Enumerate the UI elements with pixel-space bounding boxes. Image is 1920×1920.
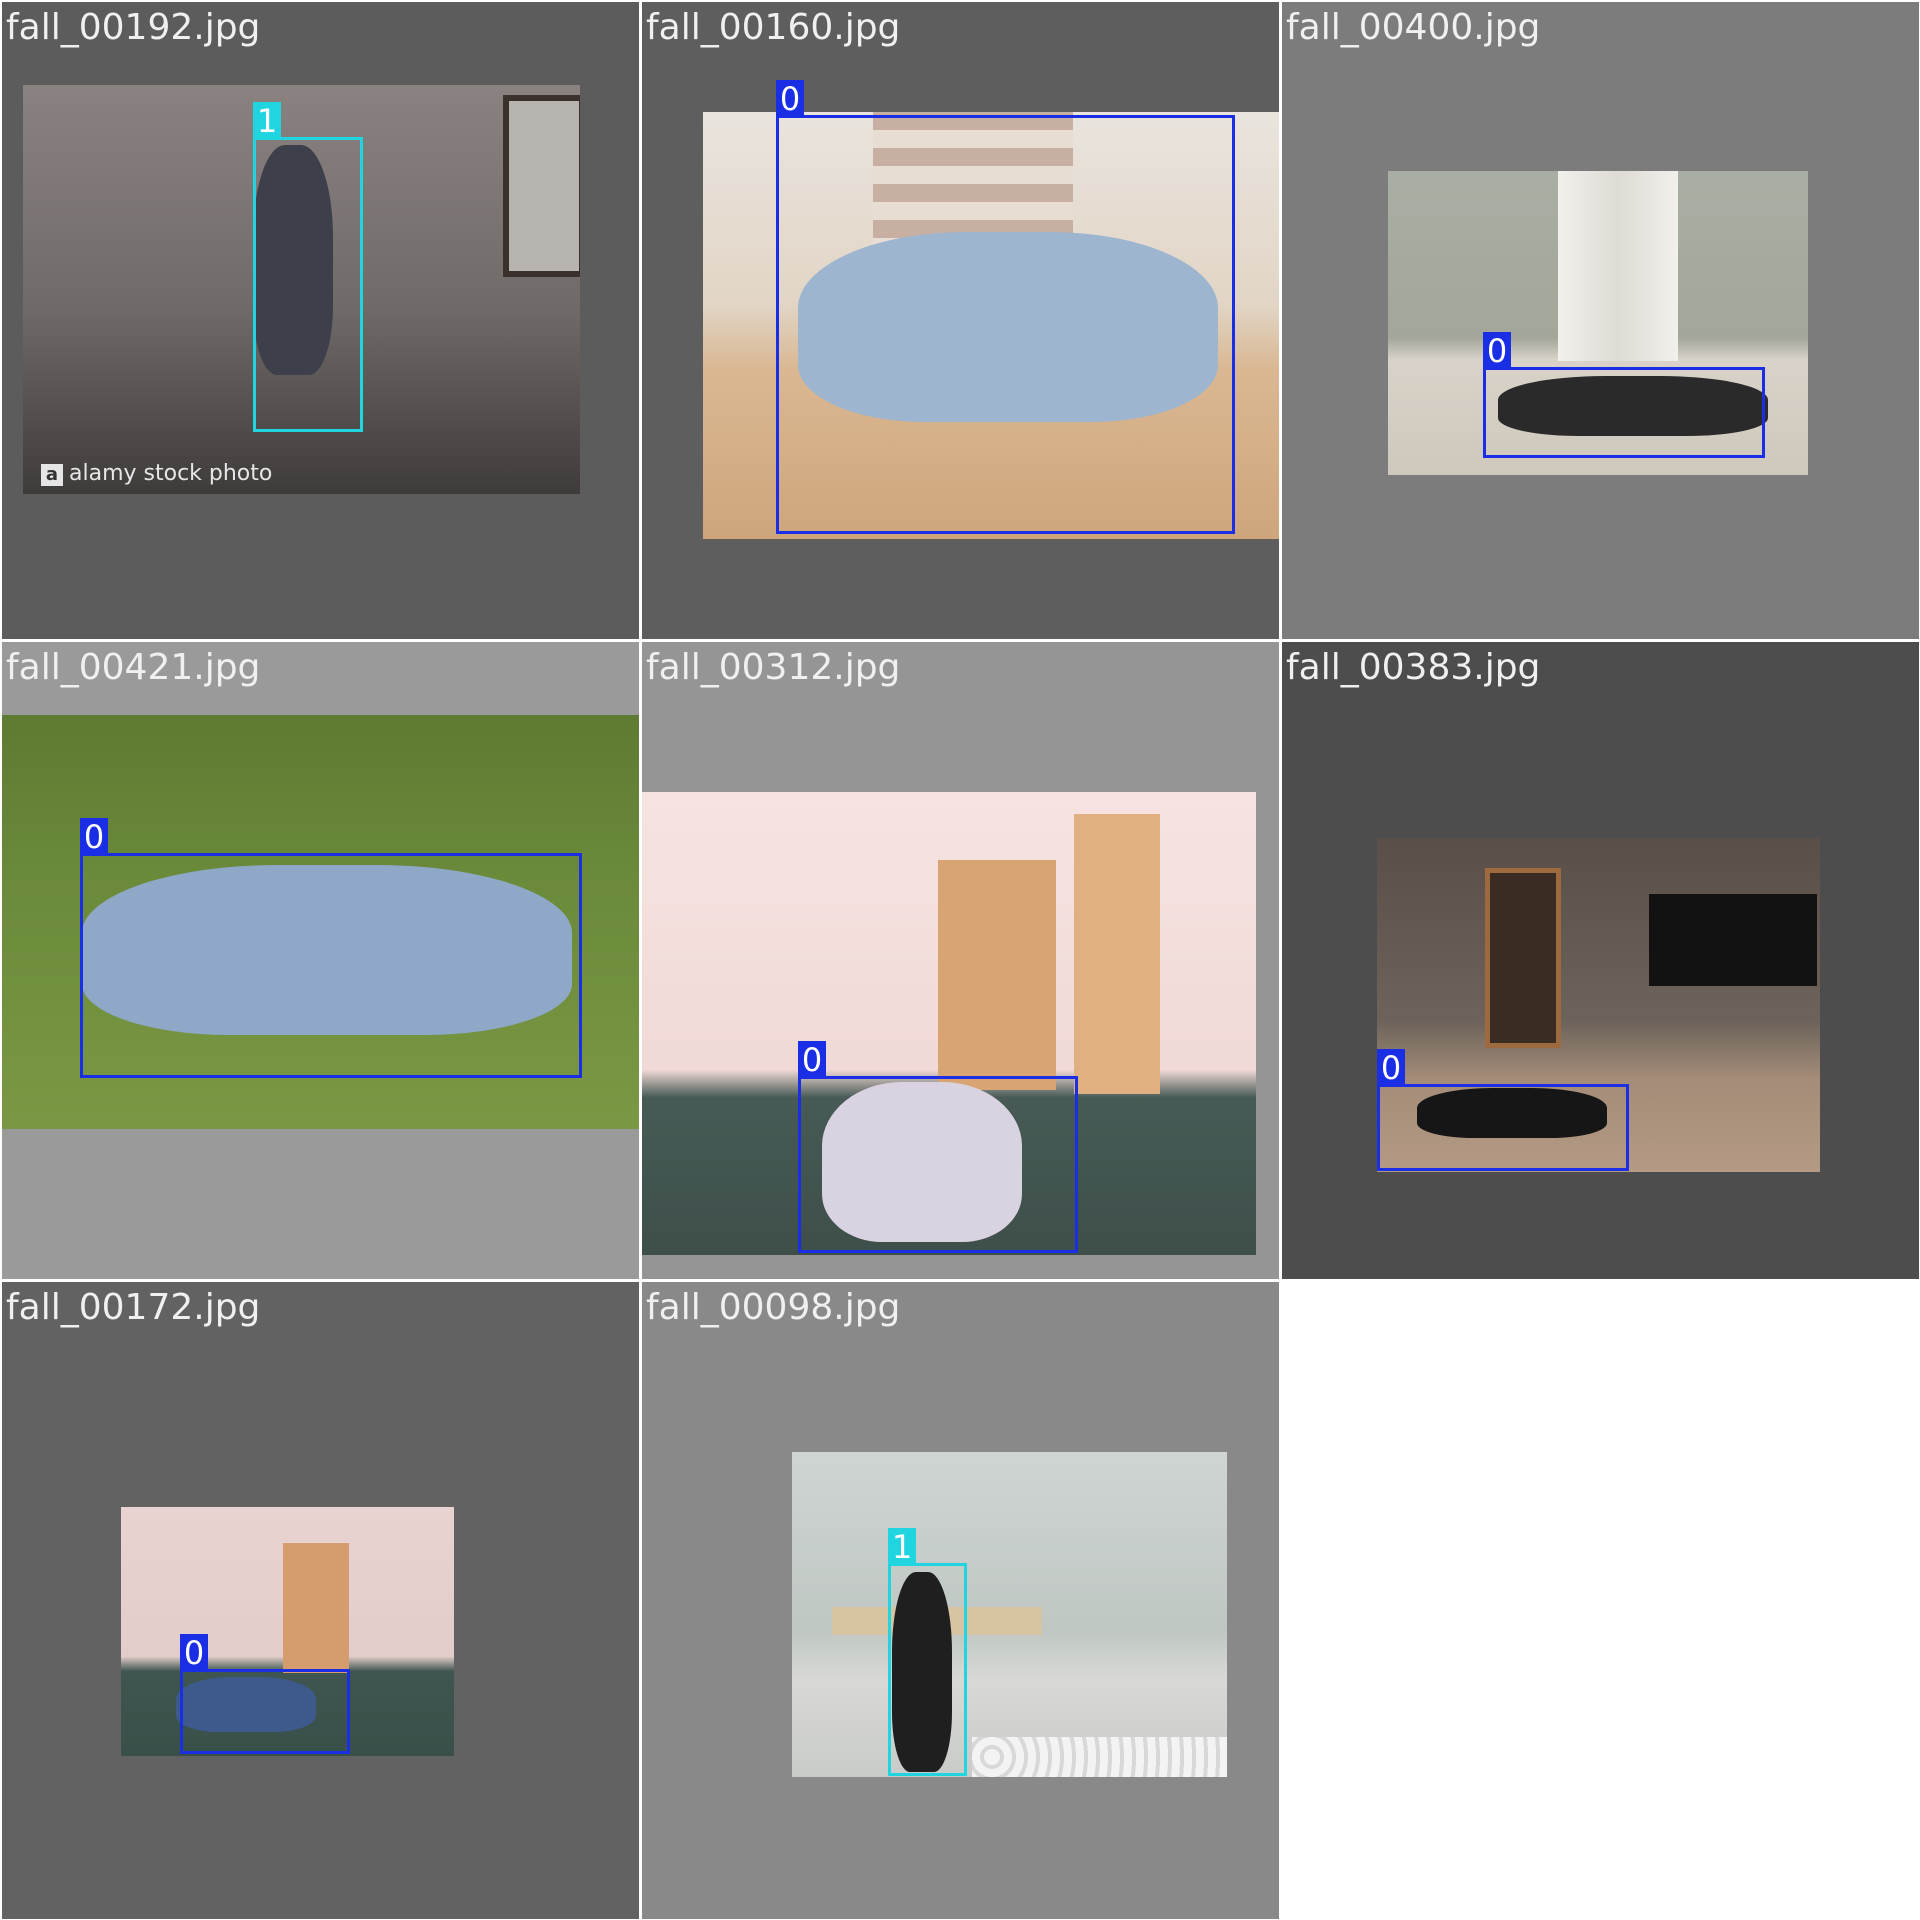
image-tile: 0 fall_00383.jpg — [1282, 642, 1919, 1279]
class-label: 0 — [798, 1041, 826, 1079]
bounding-box: 0 — [80, 818, 582, 1078]
bounding-box: 0 — [1483, 332, 1765, 458]
bounding-box: 0 — [776, 80, 1235, 534]
class-label: 1 — [253, 102, 281, 140]
tile-filename: fall_00312.jpg — [646, 647, 901, 688]
watermark: a alamy stock photo — [41, 461, 272, 486]
class-label: 1 — [888, 1528, 916, 1566]
class-label: 0 — [776, 80, 804, 118]
scene-rug — [972, 1737, 1227, 1777]
class-label: 0 — [1483, 332, 1511, 370]
class-label: 0 — [1377, 1049, 1405, 1087]
bounding-box: 0 — [798, 1041, 1078, 1253]
scene-door — [938, 860, 1056, 1090]
photo-thumbnail — [792, 1452, 1227, 1777]
empty-grid-cell — [1282, 1282, 1919, 1919]
class-label: 0 — [80, 818, 108, 856]
tile-filename: fall_00421.jpg — [6, 647, 261, 688]
tile-filename: fall_00192.jpg — [6, 7, 261, 48]
watermark-logo-icon: a — [41, 464, 63, 486]
image-tile: gettyimages 0 fall_00160.jpg — [642, 2, 1279, 639]
class-label: 0 — [180, 1634, 208, 1672]
tile-filename: fall_00160.jpg — [646, 7, 901, 48]
image-tile: 0 fall_00312.jpg — [642, 642, 1279, 1279]
image-tile: 0 fall_00421.jpg — [2, 642, 639, 1279]
scene-cabinet — [1074, 814, 1160, 1094]
bounding-box: 0 — [180, 1634, 350, 1754]
watermark-text: alamy stock photo — [69, 461, 273, 486]
tile-filename: fall_00383.jpg — [1286, 647, 1541, 688]
bounding-box: 1 — [253, 102, 363, 432]
bounding-box: 0 — [1377, 1049, 1629, 1171]
detection-mosaic: a alamy stock photo 1 fall_00192.jpg gett… — [0, 0, 1920, 1920]
tile-filename: fall_00172.jpg — [6, 1287, 261, 1328]
scene-curtain — [1558, 171, 1678, 361]
bounding-box: 1 — [888, 1528, 967, 1776]
image-tile: 0 fall_00172.jpg — [2, 1282, 639, 1919]
tile-filename: fall_00400.jpg — [1286, 7, 1541, 48]
scene-window — [503, 95, 580, 277]
image-tile: 0 fall_00400.jpg — [1282, 2, 1919, 639]
scene-door — [283, 1543, 349, 1673]
scene-tv — [1649, 894, 1817, 986]
tile-filename: fall_00098.jpg — [646, 1287, 901, 1328]
image-tile: 1 fall_00098.jpg — [642, 1282, 1279, 1919]
scene-door — [1485, 868, 1561, 1048]
image-tile: a alamy stock photo 1 fall_00192.jpg — [2, 2, 639, 639]
